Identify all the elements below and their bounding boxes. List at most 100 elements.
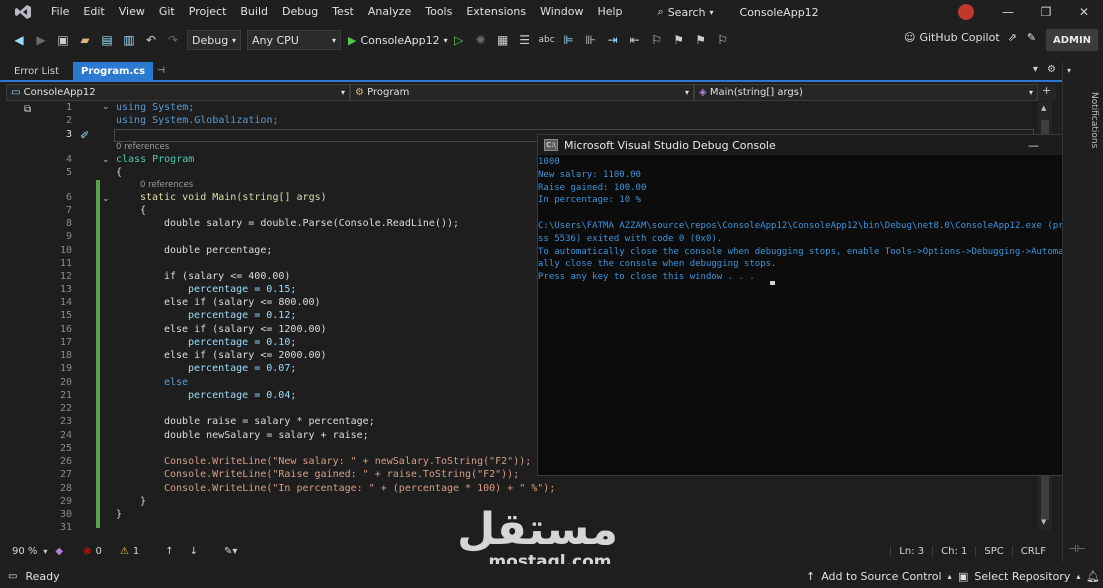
line-ending[interactable]: CRLF: [1011, 545, 1054, 557]
bookmark-icon[interactable]: ⚐: [648, 31, 666, 49]
quick-action-brush-icon[interactable]: ✐: [80, 129, 89, 142]
collapse-icon[interactable]: ⌄: [102, 194, 110, 204]
references-codelens[interactable]: 0 references: [116, 142, 169, 152]
outdent-icon[interactable]: ⇤: [626, 31, 644, 49]
previous-issue-icon[interactable]: ↑: [165, 546, 173, 557]
menu-window[interactable]: Window: [533, 0, 590, 24]
format-icon[interactable]: ☰: [516, 31, 534, 49]
scroll-down-icon[interactable]: ▼: [1041, 518, 1046, 526]
repository-button[interactable]: ▣ Select Repository ▴: [958, 570, 1080, 583]
browse-icon[interactable]: ▦: [494, 31, 512, 49]
tab-program-cs[interactable]: Program.cs: [73, 62, 154, 80]
notifications-bell-icon[interactable]: 🔔︎: [1086, 570, 1100, 583]
class-dropdown[interactable]: ⚙ Program ▾: [350, 84, 694, 101]
menu-git[interactable]: Git: [152, 0, 182, 24]
bookmark-clear-icon[interactable]: ⚐: [714, 31, 732, 49]
menu-build[interactable]: Build: [233, 0, 275, 24]
debug-console-window[interactable]: C:\ Microsoft Visual Studio Debug Consol…: [537, 134, 1103, 476]
platform-select[interactable]: Any CPU ▾: [247, 30, 341, 50]
code-line: Console.WriteLine("Raise gained: " + rai…: [164, 469, 520, 480]
bookmark-next-icon[interactable]: ⚑: [692, 31, 710, 49]
zoom-level[interactable]: 90 %: [6, 546, 43, 557]
github-copilot-button[interactable]: ☺ GitHub Copilot ⇗ ✎: [904, 31, 1036, 44]
notifications-tab[interactable]: Notifications: [1089, 92, 1099, 148]
gear-icon[interactable]: ⚙: [1047, 64, 1056, 75]
menu-edit[interactable]: Edit: [76, 0, 111, 24]
warning-count[interactable]: 1: [133, 546, 139, 557]
chevron-down-icon: ▾: [684, 88, 689, 97]
error-count[interactable]: 0: [96, 546, 102, 557]
code-line: class Program: [116, 154, 195, 165]
chevron-up-icon: ▴: [1076, 571, 1081, 581]
menu-tools[interactable]: Tools: [418, 0, 459, 24]
menu-test[interactable]: Test: [325, 0, 361, 24]
save-all-icon[interactable]: ▥: [120, 31, 138, 49]
restore-icon[interactable]: ❐: [1027, 5, 1065, 19]
code-cleanup-icon[interactable]: ✎▾: [224, 546, 237, 557]
save-icon[interactable]: ▤: [98, 31, 116, 49]
status-text: Ready: [25, 569, 60, 583]
column-number[interactable]: Ch: 1: [932, 545, 975, 557]
split-icon[interactable]: +: [1042, 84, 1051, 101]
menu-help[interactable]: Help: [590, 0, 629, 24]
code-line: percentage = 0.10;: [188, 337, 297, 348]
chevron-down-icon[interactable]: ▾: [1033, 64, 1038, 75]
new-project-icon[interactable]: ▣: [54, 31, 72, 49]
uncomment-icon[interactable]: ⊪: [582, 31, 600, 49]
navigate-back-icon[interactable]: ◀: [10, 31, 28, 49]
menu-view[interactable]: View: [112, 0, 152, 24]
dropdown-icon[interactable]: ▾: [1067, 66, 1071, 75]
console-titlebar[interactable]: C:\ Microsoft Visual Studio Debug Consol…: [538, 135, 1102, 155]
references-codelens[interactable]: 0 references: [140, 180, 193, 190]
collapse-icon[interactable]: ⌄: [102, 102, 110, 112]
class-icon: ⚙: [355, 87, 364, 98]
menu-file[interactable]: File: [44, 0, 76, 24]
menu-extensions[interactable]: Extensions: [459, 0, 533, 24]
line-number[interactable]: Ln: 3: [890, 545, 932, 557]
menu-debug[interactable]: Debug: [275, 0, 325, 24]
member-dropdown[interactable]: ◈ Main(string[] args) ▾: [694, 84, 1038, 101]
hot-reload-icon[interactable]: ✺: [472, 31, 490, 49]
lightbulb-icon[interactable]: ⧉: [24, 104, 31, 115]
start-without-debugging-icon[interactable]: ▷: [450, 31, 468, 49]
spell-check-icon[interactable]: abc: [538, 31, 556, 49]
line-number: 18: [59, 350, 72, 361]
status-bar: ▭ Ready ↑ Add to Source Control ▴ ▣ Sele…: [0, 564, 1103, 588]
minimize-icon[interactable]: —: [1028, 139, 1039, 152]
warning-icon[interactable]: ⚠: [120, 546, 129, 557]
run-button[interactable]: ▶ ConsoleApp12 ▾: [348, 34, 448, 47]
redo-icon[interactable]: ↷: [164, 31, 182, 49]
configuration-select[interactable]: Debug ▾: [187, 30, 241, 50]
menu-analyze[interactable]: Analyze: [361, 0, 418, 24]
close-icon[interactable]: ✕: [1065, 5, 1103, 19]
line-number: 12: [59, 271, 72, 282]
code-line: percentage = 0.15;: [188, 284, 297, 295]
chevron-down-icon[interactable]: ▾: [43, 547, 47, 556]
navigate-forward-icon[interactable]: ▶: [32, 31, 50, 49]
collapse-icon[interactable]: ⌄: [102, 155, 110, 165]
minimize-icon[interactable]: —: [989, 5, 1027, 19]
copilot-status-icon[interactable]: ◆: [55, 546, 63, 557]
scroll-up-icon[interactable]: ▲: [1041, 104, 1046, 112]
code-line: }: [140, 496, 147, 507]
comment-icon[interactable]: ⊫: [560, 31, 578, 49]
visual-studio-logo-icon[interactable]: [12, 1, 34, 23]
next-issue-icon[interactable]: ↓: [190, 546, 198, 557]
open-folder-icon[interactable]: ▰: [76, 31, 94, 49]
profile-avatar-icon[interactable]: [958, 4, 974, 20]
error-icon[interactable]: ⊗: [83, 546, 91, 557]
bookmark-prev-icon[interactable]: ⚑: [670, 31, 688, 49]
resize-grip-icon[interactable]: ⊣⊢: [1068, 544, 1085, 555]
whitespace-mode[interactable]: SPC: [975, 545, 1011, 557]
menu-project[interactable]: Project: [182, 0, 234, 24]
tab-error-list[interactable]: Error List: [6, 62, 67, 80]
indent-icon[interactable]: ⇥: [604, 31, 622, 49]
project-dropdown[interactable]: ▭ ConsoleApp12 ▾: [6, 84, 350, 101]
source-control-button[interactable]: ↑ Add to Source Control ▴: [806, 570, 952, 583]
live-share-icon[interactable]: ⇗: [1008, 31, 1017, 44]
chevron-down-icon: ▾: [443, 35, 448, 45]
search-box[interactable]: ⌕ Search ▾: [658, 5, 714, 19]
undo-icon[interactable]: ↶: [142, 31, 160, 49]
feedback-icon[interactable]: ✎: [1027, 31, 1036, 44]
pin-icon[interactable]: ⊣: [153, 62, 169, 80]
